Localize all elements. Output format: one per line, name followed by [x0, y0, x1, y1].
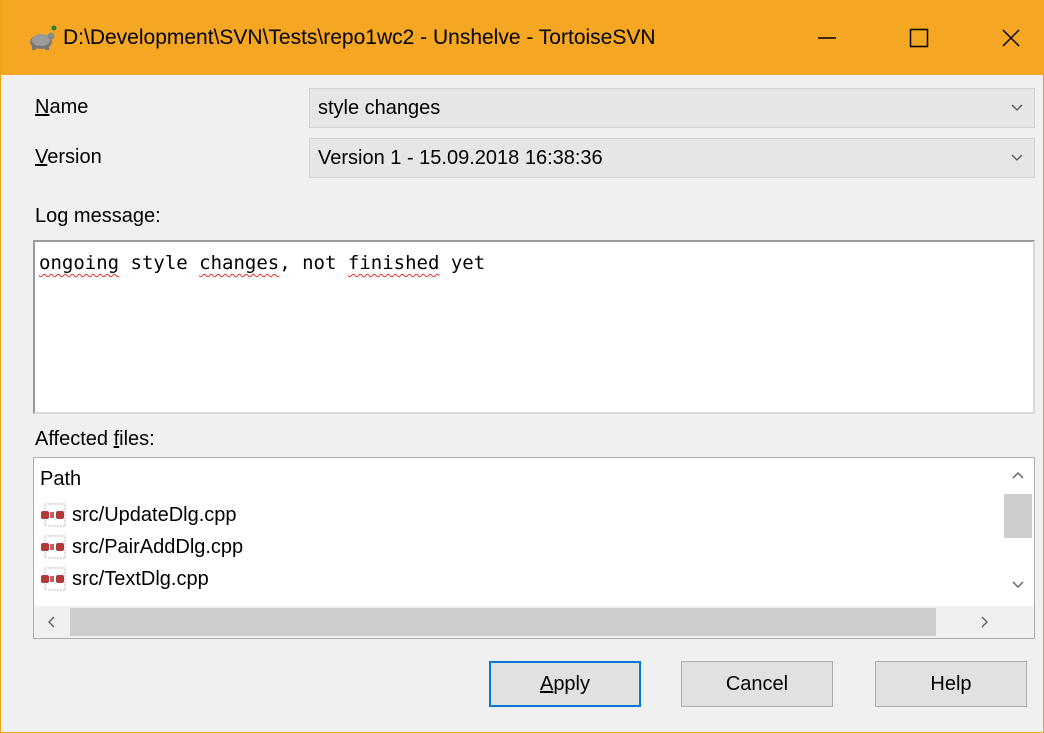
maximize-button[interactable] — [873, 0, 965, 75]
log-word-4: , not — [279, 252, 348, 274]
list-item[interactable]: src/TextDlg.cpp — [40, 564, 209, 594]
version-combobox-value: Version 1 - 15.09.2018 16:38:36 — [318, 147, 603, 169]
chevron-up-icon — [1012, 472, 1024, 479]
log-message-label: Log message: — [35, 205, 161, 227]
name-label: Name — [35, 96, 89, 118]
chevron-right-icon — [981, 616, 988, 628]
window-title: D:\Development\SVN\Tests\repo1wc2 - Unsh… — [63, 26, 656, 49]
horizontal-scroll-thumb[interactable] — [70, 608, 936, 636]
vertical-scroll-thumb[interactable] — [1004, 494, 1032, 538]
scroll-right-button[interactable] — [970, 608, 998, 636]
modified-file-icon — [41, 567, 66, 591]
help-button[interactable]: Help — [875, 661, 1027, 707]
scroll-down-button[interactable] — [1004, 570, 1032, 598]
close-button[interactable] — [965, 0, 1044, 75]
horizontal-scrollbar[interactable] — [34, 606, 1002, 638]
scrollbar-corner — [1002, 606, 1034, 638]
path-column-header[interactable]: Path — [40, 468, 81, 491]
file-path: src/PairAddDlg.cpp — [72, 535, 244, 558]
log-word-1: ongoing — [39, 252, 120, 274]
chevron-left-icon — [48, 616, 55, 628]
chevron-down-icon — [1011, 104, 1023, 111]
log-message-textarea[interactable]: ongoing style changes, not finished yet — [33, 240, 1035, 414]
log-word-6: yet — [439, 252, 486, 274]
affected-files-list[interactable]: Path src/UpdateDlg.cpp src/PairAddDlg.cp… — [33, 457, 1035, 639]
modified-file-icon — [41, 503, 66, 527]
file-path: src/UpdateDlg.cpp — [72, 503, 237, 526]
scroll-up-button[interactable] — [1004, 462, 1032, 490]
unshelve-dialog: D:\Development\SVN\Tests\repo1wc2 - Unsh… — [0, 0, 1044, 733]
version-label: Version — [35, 146, 102, 168]
apply-button[interactable]: Apply — [489, 661, 641, 707]
file-path: src/TextDlg.cpp — [72, 567, 209, 590]
affected-files-label: Affected files: — [35, 428, 155, 450]
log-word-3: changes — [199, 252, 280, 274]
chevron-down-icon — [1012, 581, 1024, 588]
tortoisesvn-app-icon — [30, 25, 57, 50]
scroll-left-button[interactable] — [38, 608, 66, 636]
vertical-scrollbar[interactable] — [1002, 458, 1034, 606]
minimize-button[interactable] — [781, 0, 873, 75]
list-item[interactable]: src/PairAddDlg.cpp — [40, 532, 243, 562]
name-combobox-value: style changes — [318, 97, 441, 119]
version-combobox[interactable]: Version 1 - 15.09.2018 16:38:36 — [309, 138, 1035, 178]
name-combobox[interactable]: style changes — [309, 88, 1035, 128]
maximize-icon — [909, 28, 929, 47]
log-word-5: finished — [347, 252, 440, 274]
cancel-button[interactable]: Cancel — [681, 661, 833, 707]
list-item[interactable]: src/UpdateDlg.cpp — [40, 500, 237, 530]
chevron-down-icon — [1011, 154, 1023, 161]
modified-file-icon — [41, 535, 66, 559]
close-icon — [1002, 28, 1020, 47]
minimize-icon — [818, 36, 836, 39]
title-bar[interactable]: D:\Development\SVN\Tests\repo1wc2 - Unsh… — [1, 0, 1044, 75]
log-word-2: style — [119, 252, 200, 274]
